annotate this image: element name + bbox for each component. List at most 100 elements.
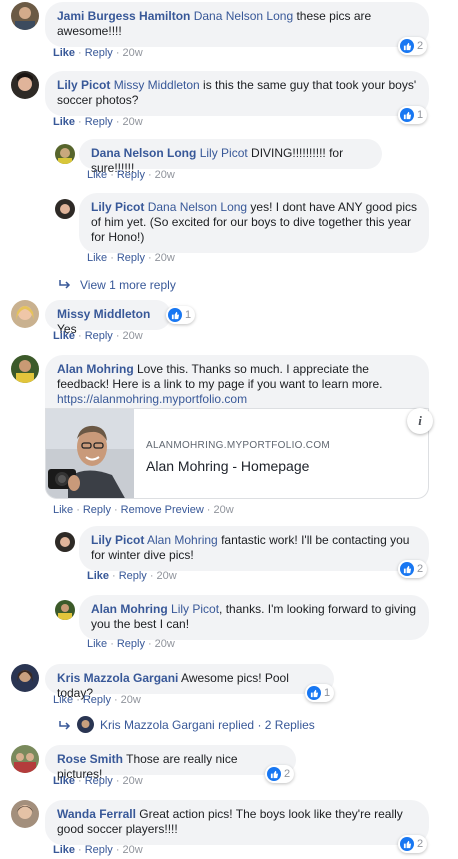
- timestamp[interactable]: 20w: [156, 570, 176, 582]
- commenter-name[interactable]: Jami Burgess Hamilton: [57, 9, 190, 23]
- avatar[interactable]: [11, 71, 39, 99]
- mention-link[interactable]: Dana Nelson Long: [148, 200, 247, 214]
- reply-button[interactable]: Reply: [119, 570, 147, 582]
- reply-button[interactable]: Reply: [85, 330, 113, 342]
- avatar[interactable]: [11, 664, 39, 692]
- like-reaction-icon: [307, 686, 321, 700]
- like-button[interactable]: Like: [53, 47, 75, 59]
- preview-domain: ALANMOHRING.MYPORTFOLIO.COM: [146, 440, 331, 451]
- comment-bubble: Lily Picot Missy Middleton is this the s…: [45, 71, 429, 116]
- reaction-count[interactable]: 2: [398, 835, 428, 853]
- comment-bubble: Jami Burgess Hamilton Dana Nelson Long t…: [45, 2, 429, 47]
- commenter-name[interactable]: Missy Middleton: [57, 307, 150, 321]
- timestamp[interactable]: 20w: [155, 638, 175, 650]
- avatar[interactable]: [11, 745, 39, 773]
- replies-count-link[interactable]: 2 Replies: [265, 718, 315, 732]
- avatar[interactable]: [55, 144, 75, 164]
- preview-thumbnail: [46, 409, 134, 498]
- timestamp[interactable]: 20w: [213, 504, 233, 516]
- comment-bubble: Kris Mazzola Gargani Awesome pics! Pool …: [45, 664, 334, 700]
- mention-link[interactable]: Missy Middleton: [114, 78, 200, 92]
- like-button[interactable]: Like: [87, 638, 107, 650]
- like-button[interactable]: Like: [87, 252, 107, 264]
- comment-actions: Like · Reply · 20w: [53, 330, 143, 342]
- like-button[interactable]: Like: [53, 330, 75, 342]
- comment-actions: Like · Reply · 20w: [87, 570, 177, 582]
- timestamp[interactable]: 20w: [122, 116, 142, 128]
- info-button[interactable]: i: [407, 408, 433, 434]
- timestamp[interactable]: 20w: [122, 47, 142, 59]
- view-more-replies-link[interactable]: View 1 more reply: [80, 278, 176, 292]
- commenter-name[interactable]: Alan Mohring: [91, 602, 168, 616]
- commenter-name[interactable]: Kris Mazzola Gargani: [57, 671, 178, 685]
- comment-actions: Like · Reply · 20w: [53, 694, 141, 706]
- reaction-count[interactable]: 2: [398, 560, 428, 578]
- mention-link[interactable]: Lily Picot: [200, 146, 248, 160]
- comment-actions: Like · Reply · 20w: [53, 116, 143, 128]
- commenter-name[interactable]: Alan Mohring: [57, 362, 134, 376]
- commenter-name[interactable]: Lily Picot: [91, 200, 144, 214]
- remove-preview-button[interactable]: Remove Preview: [121, 504, 204, 516]
- comment-actions: Like · Reply · 20w: [53, 844, 143, 856]
- mention-link[interactable]: Lily Picot: [171, 602, 219, 616]
- timestamp[interactable]: 20w: [155, 252, 175, 264]
- reply-button[interactable]: Reply: [83, 694, 111, 706]
- like-button[interactable]: Like: [53, 775, 75, 787]
- commenter-name[interactable]: Rose Smith: [57, 752, 123, 766]
- mention-link[interactable]: Alan Mohring: [147, 533, 218, 547]
- preview-title[interactable]: Alan Mohring - Homepage: [146, 458, 309, 474]
- timestamp[interactable]: 20w: [121, 694, 141, 706]
- portfolio-link[interactable]: https://alanmohring.myportfolio.com: [57, 392, 247, 406]
- comment-bubble: Lily Picot Alan Mohring fantastic work! …: [79, 526, 429, 571]
- comment-actions: Like · Reply · 20w: [87, 252, 175, 264]
- timestamp[interactable]: 20w: [122, 844, 142, 856]
- like-button[interactable]: Like: [53, 504, 73, 516]
- reply-button[interactable]: Reply: [117, 638, 145, 650]
- timestamp[interactable]: 20w: [155, 169, 175, 181]
- comment-bubble: Alan Mohring Love this. Thanks so much. …: [45, 355, 429, 408]
- reply-button[interactable]: Reply: [117, 169, 145, 181]
- like-reaction-icon: [168, 308, 182, 322]
- avatar[interactable]: [55, 199, 75, 219]
- reply-button[interactable]: Reply: [117, 252, 145, 264]
- commenter-name[interactable]: Dana Nelson Long: [91, 146, 196, 160]
- comment-actions: Like · Reply · Remove Preview · 20w: [53, 504, 234, 516]
- timestamp[interactable]: 20w: [122, 330, 142, 342]
- avatar[interactable]: [11, 2, 39, 30]
- avatar[interactable]: [11, 300, 39, 328]
- reply-button[interactable]: Reply: [85, 844, 113, 856]
- commenter-name[interactable]: Wanda Ferrall: [57, 807, 136, 821]
- like-button[interactable]: Like: [87, 570, 109, 582]
- mention-link[interactable]: Dana Nelson Long: [194, 9, 293, 23]
- replies-summary[interactable]: Kris Mazzola Gargani replied · 2 Replies: [100, 718, 315, 732]
- comment-bubble: Missy Middleton Yes: [45, 300, 171, 336]
- avatar[interactable]: [11, 800, 39, 828]
- comment-bubble: Rose Smith Those are really nice picture…: [45, 745, 296, 781]
- avatar[interactable]: [55, 600, 75, 620]
- avatar[interactable]: [77, 716, 94, 733]
- timestamp[interactable]: 20w: [122, 775, 142, 787]
- replier-name[interactable]: Kris Mazzola Gargani: [100, 718, 215, 732]
- comment-actions: Like · Reply · 20w: [87, 169, 175, 181]
- reply-button[interactable]: Reply: [85, 775, 113, 787]
- commenter-name[interactable]: Lily Picot: [91, 533, 144, 547]
- avatar[interactable]: [55, 532, 75, 552]
- reaction-count[interactable]: 2: [265, 765, 295, 783]
- like-button[interactable]: Like: [53, 694, 73, 706]
- reply-button[interactable]: Reply: [83, 504, 111, 516]
- info-icon: i: [418, 413, 422, 428]
- commenter-name[interactable]: Lily Picot: [57, 78, 110, 92]
- reaction-count[interactable]: 1: [305, 684, 335, 702]
- like-button[interactable]: Like: [53, 116, 75, 128]
- reaction-count[interactable]: 1: [398, 106, 428, 124]
- avatar[interactable]: [11, 355, 39, 383]
- reaction-count[interactable]: 2: [398, 37, 428, 55]
- comment-actions: Like · Reply · 20w: [53, 47, 143, 59]
- link-preview-card[interactable]: ALANMOHRING.MYPORTFOLIO.COM Alan Mohring…: [45, 408, 429, 499]
- reaction-count[interactable]: 1: [166, 306, 196, 324]
- reply-button[interactable]: Reply: [85, 47, 113, 59]
- like-button[interactable]: Like: [87, 169, 107, 181]
- like-button[interactable]: Like: [53, 844, 75, 856]
- reply-arrow-icon: [59, 719, 71, 733]
- reply-button[interactable]: Reply: [85, 116, 113, 128]
